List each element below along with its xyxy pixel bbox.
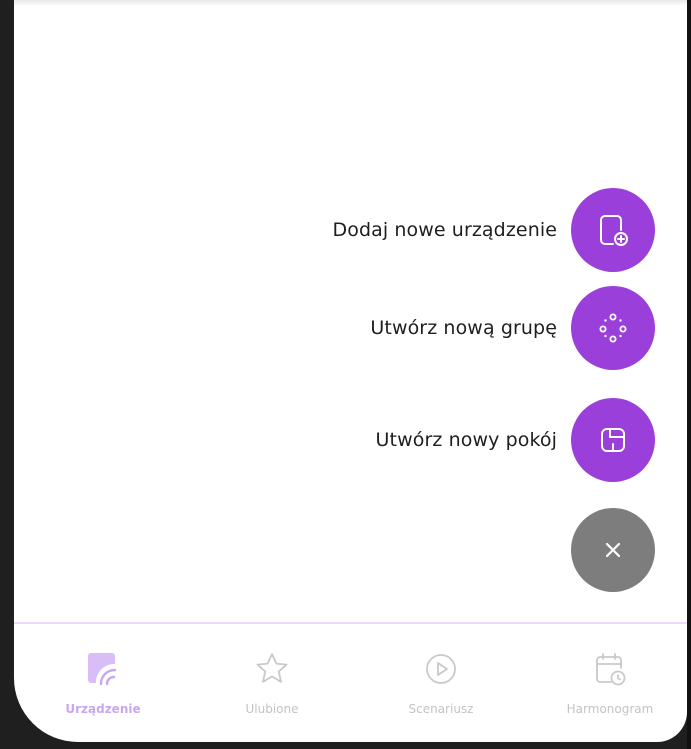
close-icon	[605, 542, 621, 558]
create-room-button[interactable]	[571, 398, 655, 482]
play-icon	[426, 654, 456, 684]
group-dots-icon	[599, 313, 627, 343]
fab-label-add-device[interactable]: Dodaj nowe urządzenie	[332, 219, 557, 241]
screen-top-shadow	[14, 0, 687, 6]
fab-item-close[interactable]	[571, 508, 655, 592]
room-layout-icon	[601, 428, 625, 452]
create-group-button[interactable]	[571, 286, 655, 370]
close-fab-button[interactable]	[571, 508, 655, 592]
calendar-clock-icon	[596, 653, 626, 686]
nav-label-scenario: Scenariusz	[408, 702, 474, 716]
fab-label-create-group[interactable]: Utwórz nową grupę	[370, 317, 557, 339]
nav-label-device: Urządzenie	[65, 702, 141, 716]
nav-item-favorites[interactable]: Ulubione	[212, 650, 332, 716]
nav-label-favorites: Ulubione	[245, 702, 299, 716]
device-frame: Dodaj nowe urządzenie Utwórz nową grupę	[0, 0, 691, 749]
fab-item-add-device[interactable]: Dodaj nowe urządzenie	[332, 188, 655, 272]
add-device-icon	[600, 215, 628, 246]
fab-item-create-group[interactable]: Utwórz nową grupę	[370, 286, 655, 370]
app-screen: Dodaj nowe urządzenie Utwórz nową grupę	[14, 0, 687, 742]
add-device-button[interactable]	[571, 188, 655, 272]
nav-item-device[interactable]: Urządzenie	[43, 650, 163, 716]
nav-item-scenario[interactable]: Scenariusz	[381, 650, 501, 716]
device-icon	[88, 653, 117, 686]
nav-item-schedule[interactable]: Harmonogram	[550, 650, 670, 716]
fab-item-create-room[interactable]: Utwórz nowy pokój	[376, 398, 655, 482]
nav-label-schedule: Harmonogram	[566, 702, 654, 716]
star-icon	[256, 653, 288, 683]
device-edge	[687, 0, 691, 749]
bottom-nav: Urządzenie Ulubione Scenariusz Harmonogr…	[14, 624, 687, 742]
fab-label-create-room[interactable]: Utwórz nowy pokój	[376, 429, 557, 451]
